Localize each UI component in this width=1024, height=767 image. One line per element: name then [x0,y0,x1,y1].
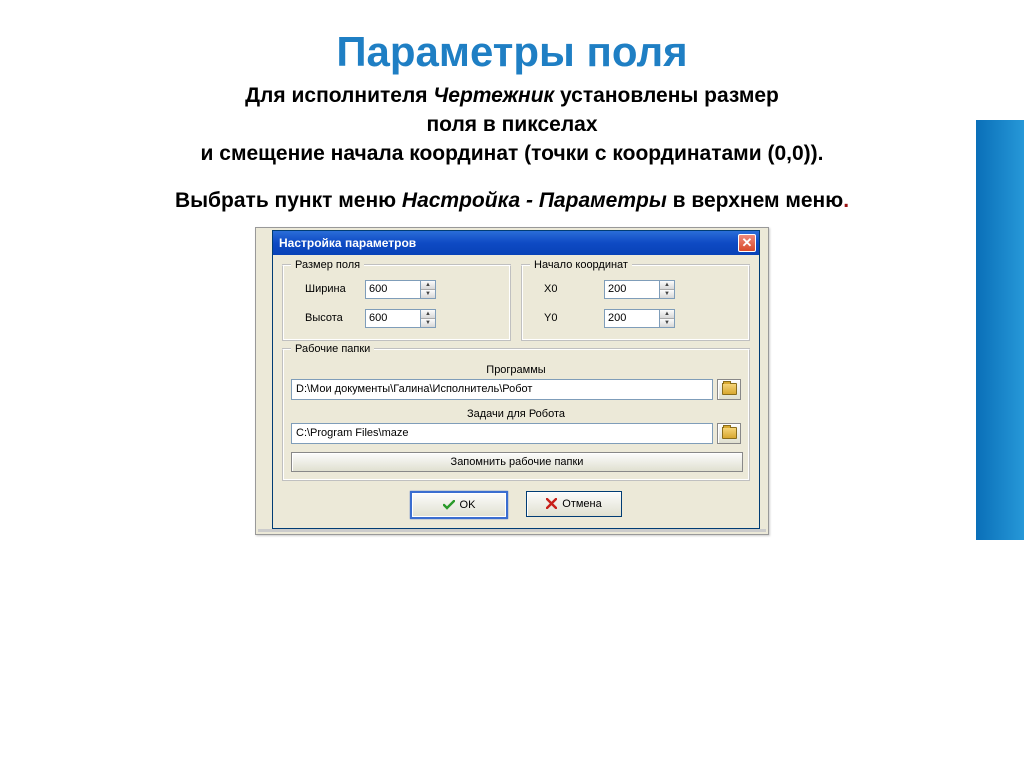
height-spinner[interactable]: ▲ ▼ [365,309,436,328]
y0-spinner[interactable]: ▲ ▼ [604,309,675,328]
settings-dialog: Настройка параметров ✕ Ширина [272,230,760,529]
programs-label: Программы [291,364,741,376]
side-accent-bar [976,120,1024,540]
width-spinner[interactable]: ▲ ▼ [365,280,436,299]
folder-icon [722,427,737,439]
x0-input[interactable] [604,280,659,299]
x0-label: X0 [532,283,604,295]
width-input[interactable] [365,280,420,299]
height-input[interactable] [365,309,420,328]
y0-label: Y0 [532,312,604,324]
x0-spinner[interactable]: ▲ ▼ [604,280,675,299]
check-icon [443,500,455,510]
height-down-icon[interactable]: ▼ [421,319,435,327]
cancel-button[interactable]: Отмена [526,491,622,517]
panel-strip [258,529,766,532]
cross-icon [546,498,557,509]
dialog-title: Настройка параметров [279,236,416,250]
width-up-icon[interactable]: ▲ [421,281,435,290]
origin-group: X0 ▲ ▼ Y0 [521,265,750,341]
page-instruction: Выбрать пункт меню Настройка - Параметры… [0,189,1024,213]
width-label: Ширина [293,283,365,295]
tasks-label: Задачи для Робота [291,408,741,420]
field-size-group: Ширина ▲ ▼ Высота [282,265,511,341]
folder-icon [722,383,737,395]
ok-button[interactable]: OK [410,491,508,519]
x0-down-icon[interactable]: ▼ [660,290,674,298]
y0-input[interactable] [604,309,659,328]
remember-folders-button[interactable]: Запомнить рабочие папки [291,452,743,472]
page-title: Параметры поля [0,28,1024,76]
width-down-icon[interactable]: ▼ [421,290,435,298]
page-subtitle: Для исполнителя Чертежник установлены ра… [0,82,1024,169]
height-label: Высота [293,312,365,324]
working-folders-group: Программы Задачи для Робота [282,349,750,481]
close-icon: ✕ [742,235,753,251]
tasks-path-input[interactable] [291,423,713,444]
outer-panel: Настройка параметров ✕ Ширина [255,227,769,535]
y0-down-icon[interactable]: ▼ [660,319,674,327]
close-button[interactable]: ✕ [738,234,756,252]
programs-path-input[interactable] [291,379,713,400]
dialog-titlebar[interactable]: Настройка параметров ✕ [273,231,759,255]
y0-up-icon[interactable]: ▲ [660,310,674,319]
height-up-icon[interactable]: ▲ [421,310,435,319]
tasks-browse-button[interactable] [717,423,741,444]
x0-up-icon[interactable]: ▲ [660,281,674,290]
programs-browse-button[interactable] [717,379,741,400]
